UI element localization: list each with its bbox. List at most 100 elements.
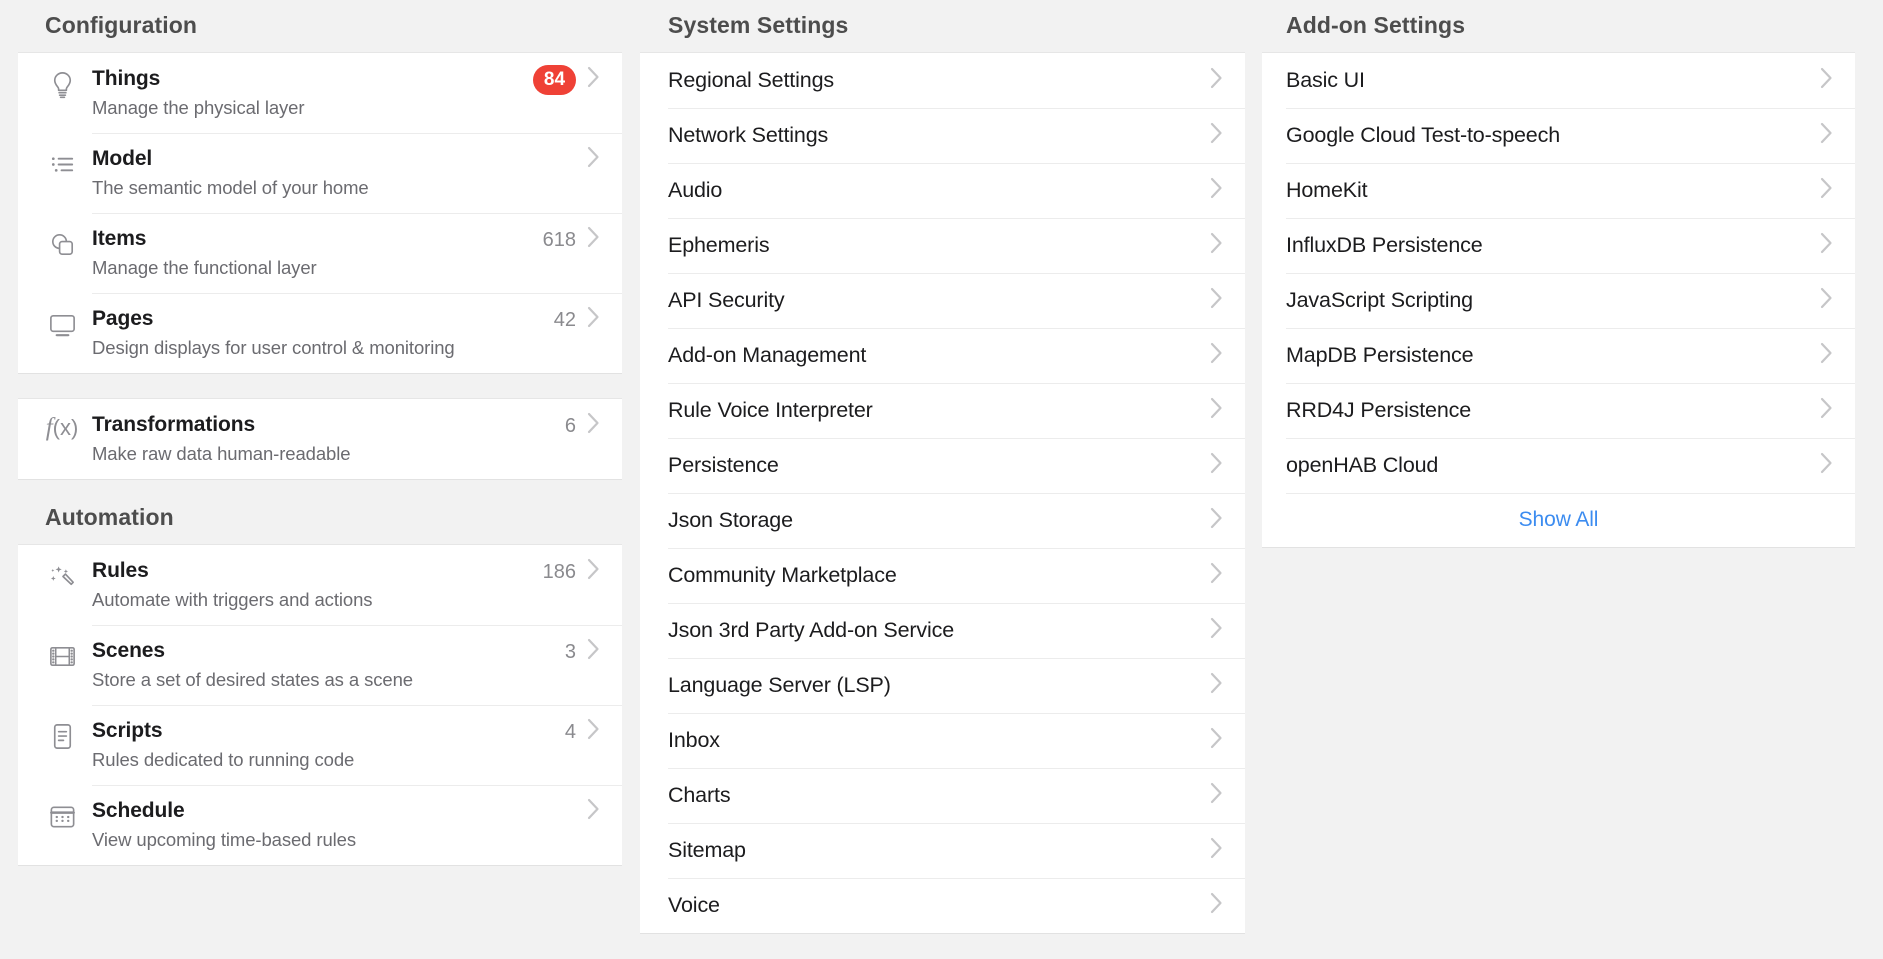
- addon-setting-openhab-cloud[interactable]: openHAB Cloud: [1262, 438, 1855, 493]
- addon-setting-javascript-scripting[interactable]: JavaScript Scripting: [1262, 273, 1855, 328]
- system-setting-inbox[interactable]: Inbox: [640, 713, 1245, 768]
- item-count: 618: [543, 227, 576, 253]
- chevron-right-icon: [1210, 837, 1223, 864]
- config-row-scripts[interactable]: Scripts Rules dedicated to running code4: [18, 705, 622, 785]
- system-setting-audio[interactable]: Audio: [640, 163, 1245, 218]
- config-row-title: Scenes: [92, 638, 565, 664]
- chevron-right-icon: [1210, 177, 1223, 204]
- items-shapes-icon: [32, 225, 92, 260]
- chevron-right-icon: [1210, 397, 1223, 424]
- chevron-right-icon: [1210, 562, 1223, 589]
- list-item-label: Audio: [668, 178, 722, 203]
- chevron-right-icon: [1210, 122, 1223, 149]
- settings-overview-page: Configuration Things Manage the physical …: [0, 0, 1883, 959]
- system-setting-charts[interactable]: Charts: [640, 768, 1245, 823]
- chevron-right-icon: [587, 226, 600, 253]
- list-item-label: Persistence: [668, 453, 779, 478]
- system-setting-community-marketplace[interactable]: Community Marketplace: [640, 548, 1245, 603]
- list-item-label: Ephemeris: [668, 233, 769, 258]
- system-setting-add-on-management[interactable]: Add-on Management: [640, 328, 1245, 383]
- list-item-label: Regional Settings: [668, 68, 834, 93]
- card-spacer: [0, 374, 640, 398]
- chevron-right-icon: [1820, 122, 1833, 149]
- config-row-subtitle: View upcoming time-based rules: [92, 827, 587, 853]
- config-row-body: RulesAutomate with triggers and actions: [92, 557, 543, 613]
- calendar-schedule-icon: [32, 797, 92, 832]
- list-item-label: MapDB Persistence: [1286, 343, 1473, 368]
- config-row-subtitle: Manage the physical layer: [92, 95, 533, 121]
- semantic-model-list-icon: [32, 145, 92, 180]
- config-row-items[interactable]: ItemsManage the functional layer618: [18, 213, 622, 293]
- addon-setting-influxdb-persistence[interactable]: InfluxDB Persistence: [1262, 218, 1855, 273]
- system-setting-persistence[interactable]: Persistence: [640, 438, 1245, 493]
- addon-setting-basic-ui[interactable]: Basic UI: [1262, 53, 1855, 108]
- config-row-rules[interactable]: RulesAutomate with triggers and actions1…: [18, 545, 622, 625]
- list-item-label: openHAB Cloud: [1286, 453, 1438, 478]
- list-item-label: Language Server (LSP): [668, 673, 891, 698]
- config-row-transformations[interactable]: f(x)TransformationsMake raw data human-r…: [18, 399, 622, 479]
- system-setting-regional-settings[interactable]: Regional Settings: [640, 53, 1245, 108]
- show-all-button[interactable]: Show All: [1262, 493, 1855, 547]
- config-row-schedule[interactable]: ScheduleView upcoming time-based rules: [18, 785, 622, 865]
- addon-setting-google-cloud-test-to-speech[interactable]: Google Cloud Test-to-speech: [1262, 108, 1855, 163]
- config-row-model[interactable]: Model The semantic model of your home: [18, 133, 622, 213]
- addon-setting-rrd4j-persistence[interactable]: RRD4J Persistence: [1262, 383, 1855, 438]
- system-setting-network-settings[interactable]: Network Settings: [640, 108, 1245, 163]
- config-row-body: Things Manage the physical layer: [92, 65, 533, 121]
- config-row-scenes[interactable]: ScenesStore a set of desired states as a…: [18, 625, 622, 705]
- chevron-right-icon: [587, 638, 600, 665]
- config-row-pages[interactable]: PagesDesign displays for user control & …: [18, 293, 622, 373]
- configuration-heading: Configuration: [0, 0, 640, 52]
- list-item-label: Charts: [668, 783, 730, 808]
- config-row-meta: 42: [554, 305, 600, 331]
- display-monitor-icon: [32, 305, 92, 340]
- chevron-right-icon: [1820, 232, 1833, 259]
- item-count: 4: [565, 719, 576, 745]
- status-badge: 84: [533, 65, 576, 95]
- list-item-label: Add-on Management: [668, 343, 866, 368]
- system-setting-rule-voice-interpreter[interactable]: Rule Voice Interpreter: [640, 383, 1245, 438]
- config-row-subtitle: The semantic model of your home: [92, 175, 587, 201]
- magic-wand-sparkles-icon: [32, 557, 92, 592]
- addon-setting-mapdb-persistence[interactable]: MapDB Persistence: [1262, 328, 1855, 383]
- config-row-body: ItemsManage the functional layer: [92, 225, 543, 281]
- config-row-subtitle: Automate with triggers and actions: [92, 587, 543, 613]
- configuration-column: Configuration Things Manage the physical …: [0, 0, 640, 866]
- config-row-body: Model The semantic model of your home: [92, 145, 587, 201]
- config-row-title: Things: [92, 66, 533, 92]
- chevron-right-icon: [1210, 287, 1223, 314]
- list-item-label: Community Marketplace: [668, 563, 897, 588]
- config-row-things[interactable]: Things Manage the physical layer84: [18, 53, 622, 133]
- script-document-icon: [32, 717, 92, 752]
- system-setting-json-storage[interactable]: Json Storage: [640, 493, 1245, 548]
- config-row-meta: 4: [565, 717, 600, 743]
- system-setting-api-security[interactable]: API Security: [640, 273, 1245, 328]
- list-item-label: Json Storage: [668, 508, 793, 533]
- addon-setting-homekit[interactable]: HomeKit: [1262, 163, 1855, 218]
- system-setting-sitemap[interactable]: Sitemap: [640, 823, 1245, 878]
- system-setting-json-3rd-party-add-on-service[interactable]: Json 3rd Party Add-on Service: [640, 603, 1245, 658]
- config-row-subtitle: Rules dedicated to running code: [92, 747, 565, 773]
- chevron-right-icon: [587, 718, 600, 745]
- item-count: 186: [543, 559, 576, 585]
- config-row-meta: 84: [533, 65, 600, 91]
- chevron-right-icon: [1210, 727, 1223, 754]
- chevron-right-icon: [587, 146, 600, 173]
- config-row-title: Model: [92, 146, 587, 172]
- system-setting-voice[interactable]: Voice: [640, 878, 1245, 933]
- chevron-right-icon: [1820, 397, 1833, 424]
- config-row-meta: 618: [543, 225, 600, 251]
- system-setting-language-server-lsp[interactable]: Language Server (LSP): [640, 658, 1245, 713]
- chevron-right-icon: [1210, 232, 1223, 259]
- automation-heading: Automation: [0, 480, 640, 544]
- item-count: 3: [565, 639, 576, 665]
- automation-card: RulesAutomate with triggers and actions1…: [18, 544, 622, 866]
- system-setting-ephemeris[interactable]: Ephemeris: [640, 218, 1245, 273]
- config-row-subtitle: Design displays for user control & monit…: [92, 335, 554, 361]
- config-row-title: Scripts: [92, 718, 565, 744]
- config-row-meta: 186: [543, 557, 600, 583]
- chevron-right-icon: [1210, 892, 1223, 919]
- config-row-meta: [587, 797, 600, 823]
- addon-settings-column: Add-on Settings Basic UIGoogle Cloud Tes…: [1262, 0, 1855, 548]
- list-item-label: Sitemap: [668, 838, 746, 863]
